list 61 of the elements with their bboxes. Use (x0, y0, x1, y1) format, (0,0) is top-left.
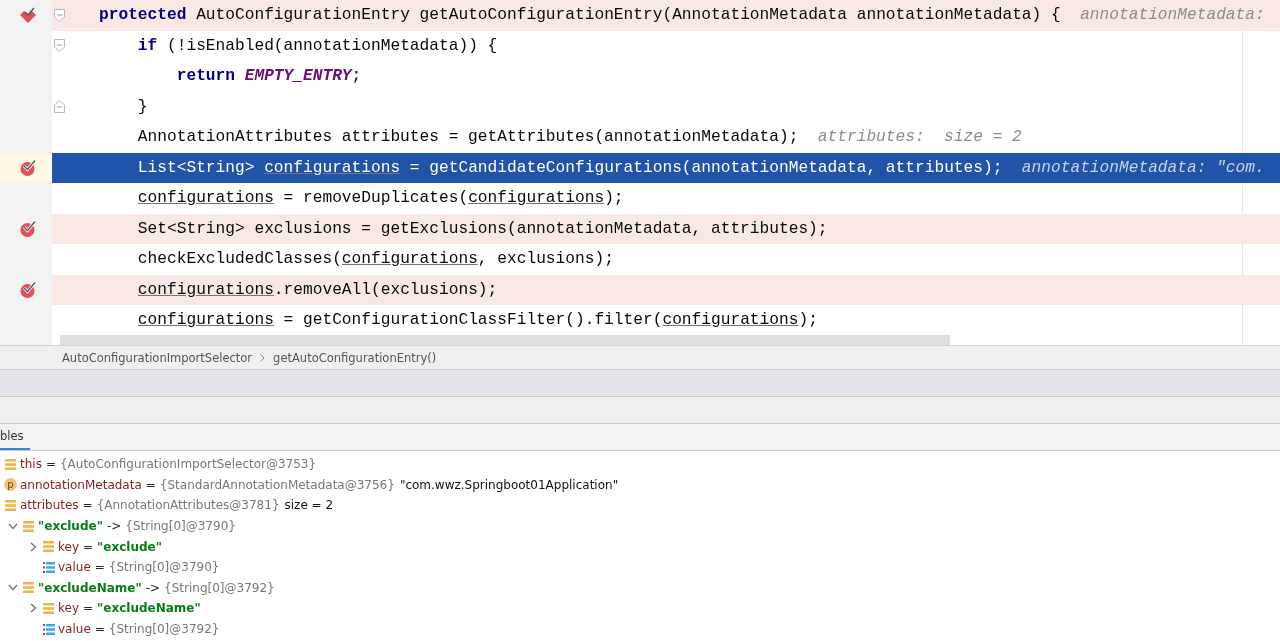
field-icon (22, 519, 35, 533)
code-line: configurations.removeAll(exclusions); (137, 280, 498, 299)
inline-value-hint: annotationMetadata: "com. (1021, 158, 1265, 177)
variable-value: {AutoConfigurationImportSelector@3753} (59, 457, 317, 472)
code-line: checkExcludedClasses(configurations, exclusions); (137, 250, 614, 269)
code-line: return EMPTY_ENTRY; (176, 67, 362, 86)
value-detail: size = 2 (284, 498, 334, 513)
code-line: configurations = getConfigurationClassFilter().filter(configurations); (137, 311, 818, 330)
operator: = (94, 560, 105, 575)
code-line: List<String> configurations = getCandidateConfigurations(annotationMetadata, attributes); (137, 158, 1003, 177)
chevron-icon (260, 353, 266, 362)
variable-value: {StandardAnnotationMetadata@3756} (159, 477, 395, 492)
code-line: configurations = removeDuplicates(configurations); (137, 189, 624, 208)
horizontal-scrollbar[interactable] (60, 335, 950, 345)
variable-value: {AnnotationAttributes@3781} (96, 498, 280, 513)
variable-name: this (20, 457, 42, 472)
parameter-icon: p (4, 478, 17, 492)
operator: = (45, 457, 56, 472)
field-icon (4, 457, 17, 471)
code-line: } (137, 97, 148, 116)
variable-value: {String[0]@3792} (108, 622, 220, 637)
value-detail: "com.wwz.Springboot01Application" (399, 477, 619, 492)
operator: -> (145, 580, 161, 595)
operator: = (94, 622, 105, 637)
breakpoint-icon[interactable] (19, 220, 37, 238)
inline-value-hint: annotationMetadata: (1080, 6, 1265, 25)
variable-name: attributes (20, 498, 79, 513)
code-line: Set<String> exclusions = getExclusions(annotationMetadata, attributes); (137, 219, 828, 238)
code-line: if (!isEnabled(annotationMetadata)) { (137, 36, 498, 55)
operator: = (82, 498, 93, 513)
variable-value: {String[0]@3790} (108, 560, 220, 575)
array-icon (42, 560, 55, 574)
variable-value: "excludeName" (97, 601, 201, 616)
variable-name: "excludeName" (38, 580, 142, 595)
variable-name: key (58, 601, 79, 616)
method-breakpoint-icon[interactable] (19, 6, 37, 24)
operator: = (83, 539, 94, 554)
code-line: protected AutoConfigurationEntry getAutoConfigurationEntry(AnnotationMetadata annotationMetadata) { (99, 6, 1061, 25)
array-icon (42, 622, 55, 636)
code-line: AnnotationAttributes attributes = getAttributes(annotationMetadata); (137, 128, 799, 147)
variable-name: annotationMetadata (20, 477, 142, 492)
variable-name: value (58, 560, 91, 575)
variable-value: "exclude" (97, 539, 162, 554)
variable-value: {String[0]@3792} (164, 580, 275, 595)
field-icon (22, 581, 35, 595)
variable-name: value (58, 622, 91, 637)
field-icon (4, 499, 17, 512)
operator: -> (106, 519, 122, 534)
variable-name: key (58, 539, 79, 554)
variable-name: "exclude" (38, 519, 103, 534)
breakpoint-icon[interactable] (19, 159, 37, 177)
breadcrumb-item[interactable]: AutoConfigurationImportSelector (62, 350, 253, 365)
breadcrumb-item[interactable]: getAutoConfigurationEntry() (273, 350, 437, 365)
inline-value-hint: attributes: size = 2 (817, 128, 1022, 147)
operator: = (83, 601, 94, 616)
panel-tab[interactable]: bles (0, 424, 30, 450)
field-icon (42, 601, 55, 615)
breakpoint-icon[interactable] (19, 281, 37, 299)
variable-value: {String[0]@3790} (125, 519, 236, 534)
field-icon (42, 540, 55, 554)
operator: = (145, 477, 156, 492)
